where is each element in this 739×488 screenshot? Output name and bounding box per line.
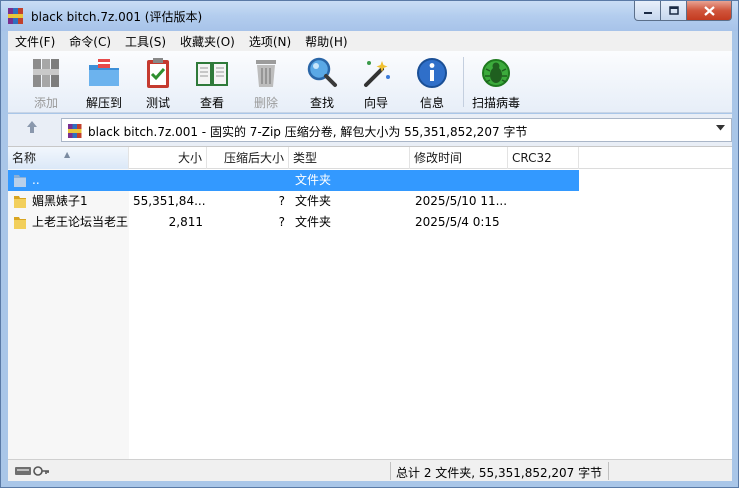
find-label: 查找	[309, 96, 334, 110]
delete-trash-icon	[256, 60, 276, 87]
menu-help[interactable]: 帮助(H)	[298, 33, 354, 50]
row-modified: 2025/5/4 0:15	[415, 215, 500, 229]
sort-ascending-icon: ▲	[64, 150, 71, 159]
test-button[interactable]: 测试	[132, 55, 184, 111]
view-button[interactable]: 查看	[186, 55, 238, 111]
address-text: black bitch.7z.001 - 固实的 7-Zip 压缩分卷, 解包大…	[88, 125, 528, 139]
header-packed-size[interactable]: 压缩后大小	[207, 147, 289, 169]
add-archive-icon	[33, 59, 59, 87]
status-separator	[608, 462, 609, 480]
menu-commands[interactable]: 命令(C)	[62, 33, 118, 50]
header-modified[interactable]: 修改时间	[410, 147, 508, 169]
table-row[interactable]: 媚黑婊子1 55,351,84... ? 文件夹 2025/5/10 11...	[8, 191, 579, 212]
window-title: black bitch.7z.001 (评估版本)	[31, 10, 203, 24]
row-name: 媚黑婊子1	[32, 194, 88, 208]
find-magnifier-icon	[307, 57, 337, 87]
scan-virus-button[interactable]: 扫描病毒	[470, 55, 522, 111]
row-packed: ?	[278, 194, 285, 208]
delete-button[interactable]: 删除	[240, 55, 292, 111]
menu-favorites[interactable]: 收藏夹(O)	[173, 33, 242, 50]
header-crc32[interactable]: CRC32	[508, 147, 579, 169]
up-arrow-icon	[27, 121, 37, 133]
toolbar: 添加 解压到 测试 查看 删除 查找 向导 信息 扫描病毒	[8, 51, 732, 113]
add-label: 添加	[33, 96, 58, 110]
row-modified	[411, 170, 508, 191]
address-bar[interactable]: black bitch.7z.001 - 固实的 7-Zip 压缩分卷, 解包大…	[61, 118, 732, 142]
up-folder-button[interactable]	[14, 120, 50, 140]
table-row[interactable]: 上老王论坛当老王 2,811 ? 文件夹 2025/5/4 0:15	[8, 212, 579, 233]
wizard-label: 向导	[363, 96, 388, 110]
virus-bug-icon	[482, 59, 510, 87]
folder-icon	[14, 196, 26, 208]
column-headers: 名称 ▲ 大小 压缩后大小 类型 修改时间 CRC32	[8, 147, 732, 169]
add-button[interactable]: 添加	[20, 55, 72, 111]
header-size[interactable]: 大小	[129, 147, 207, 169]
winrar-app-icon[interactable]	[7, 7, 25, 25]
address-dropdown[interactable]	[716, 124, 725, 134]
test-label: 测试	[145, 96, 170, 110]
extract-label: 解压到	[85, 96, 122, 110]
minimize-icon	[643, 11, 652, 14]
menu-file[interactable]: 文件(F)	[8, 33, 62, 50]
menu-options[interactable]: 选项(N)	[242, 33, 298, 50]
toolbar-separator	[463, 57, 464, 107]
parent-folder-icon	[14, 175, 26, 187]
row-name: 上老王论坛当老王	[32, 215, 129, 229]
wizard-wand-icon	[364, 61, 390, 87]
table-row[interactable]: .. 文件夹	[8, 170, 579, 191]
address-row: black bitch.7z.001 - 固实的 7-Zip 压缩分卷, 解包大…	[8, 114, 732, 146]
row-crc	[508, 212, 579, 233]
row-packed	[207, 170, 289, 191]
status-separator	[390, 462, 391, 480]
header-type[interactable]: 类型	[289, 147, 410, 169]
wizard-button[interactable]: 向导	[350, 55, 402, 111]
close-icon	[703, 5, 715, 16]
view-label: 查看	[199, 96, 224, 110]
maximize-icon	[668, 6, 679, 15]
row-modified: 2025/5/10 11...	[415, 194, 508, 208]
info-icon	[417, 58, 447, 88]
menu-tools[interactable]: 工具(S)	[118, 33, 173, 50]
info-button[interactable]: 信息	[406, 55, 458, 111]
header-name-label: 名称	[12, 151, 37, 165]
find-button[interactable]: 查找	[296, 55, 348, 111]
archive-icon	[68, 124, 82, 138]
file-list[interactable]: 名称 ▲ 大小 压缩后大小 类型 修改时间 CRC32 .. 文件夹 媚黑婊子1	[8, 146, 732, 459]
row-type: 文件夹	[295, 173, 332, 187]
minimize-button[interactable]	[634, 1, 661, 21]
row-crc	[508, 191, 579, 212]
title-bar[interactable]: black bitch.7z.001 (评估版本)	[1, 1, 738, 31]
chevron-down-icon	[716, 125, 725, 131]
row-size: 55,351,84...	[133, 194, 206, 208]
menu-bar: 文件(F) 命令(C) 工具(S) 收藏夹(O) 选项(N) 帮助(H)	[8, 31, 732, 51]
view-book-icon	[196, 62, 228, 86]
row-name: ..	[32, 173, 40, 187]
drive-key-icon[interactable]	[14, 465, 50, 477]
row-type: 文件夹	[295, 215, 332, 229]
scan-virus-label: 扫描病毒	[471, 96, 520, 110]
info-label: 信息	[419, 96, 444, 110]
extract-button[interactable]: 解压到	[78, 55, 130, 111]
app-window: black bitch.7z.001 (评估版本) 文件(F) 命令(C) 工具…	[0, 0, 739, 488]
test-clipboard-icon	[147, 58, 169, 88]
row-type: 文件夹	[295, 194, 332, 208]
status-summary: 总计 2 文件夹, 55,351,852,207 字节	[396, 466, 603, 480]
status-bar: 总计 2 文件夹, 55,351,852,207 字节	[8, 459, 732, 481]
maximize-button[interactable]	[661, 1, 687, 21]
row-size: 2,811	[168, 215, 203, 229]
header-name[interactable]: 名称 ▲	[8, 147, 129, 169]
delete-label: 删除	[253, 96, 278, 110]
close-button[interactable]	[687, 1, 732, 21]
window-controls	[634, 1, 732, 21]
row-size	[129, 170, 207, 191]
row-crc	[508, 170, 579, 191]
folder-icon	[14, 217, 26, 229]
row-packed: ?	[278, 215, 285, 229]
extract-folder-icon	[89, 59, 119, 86]
